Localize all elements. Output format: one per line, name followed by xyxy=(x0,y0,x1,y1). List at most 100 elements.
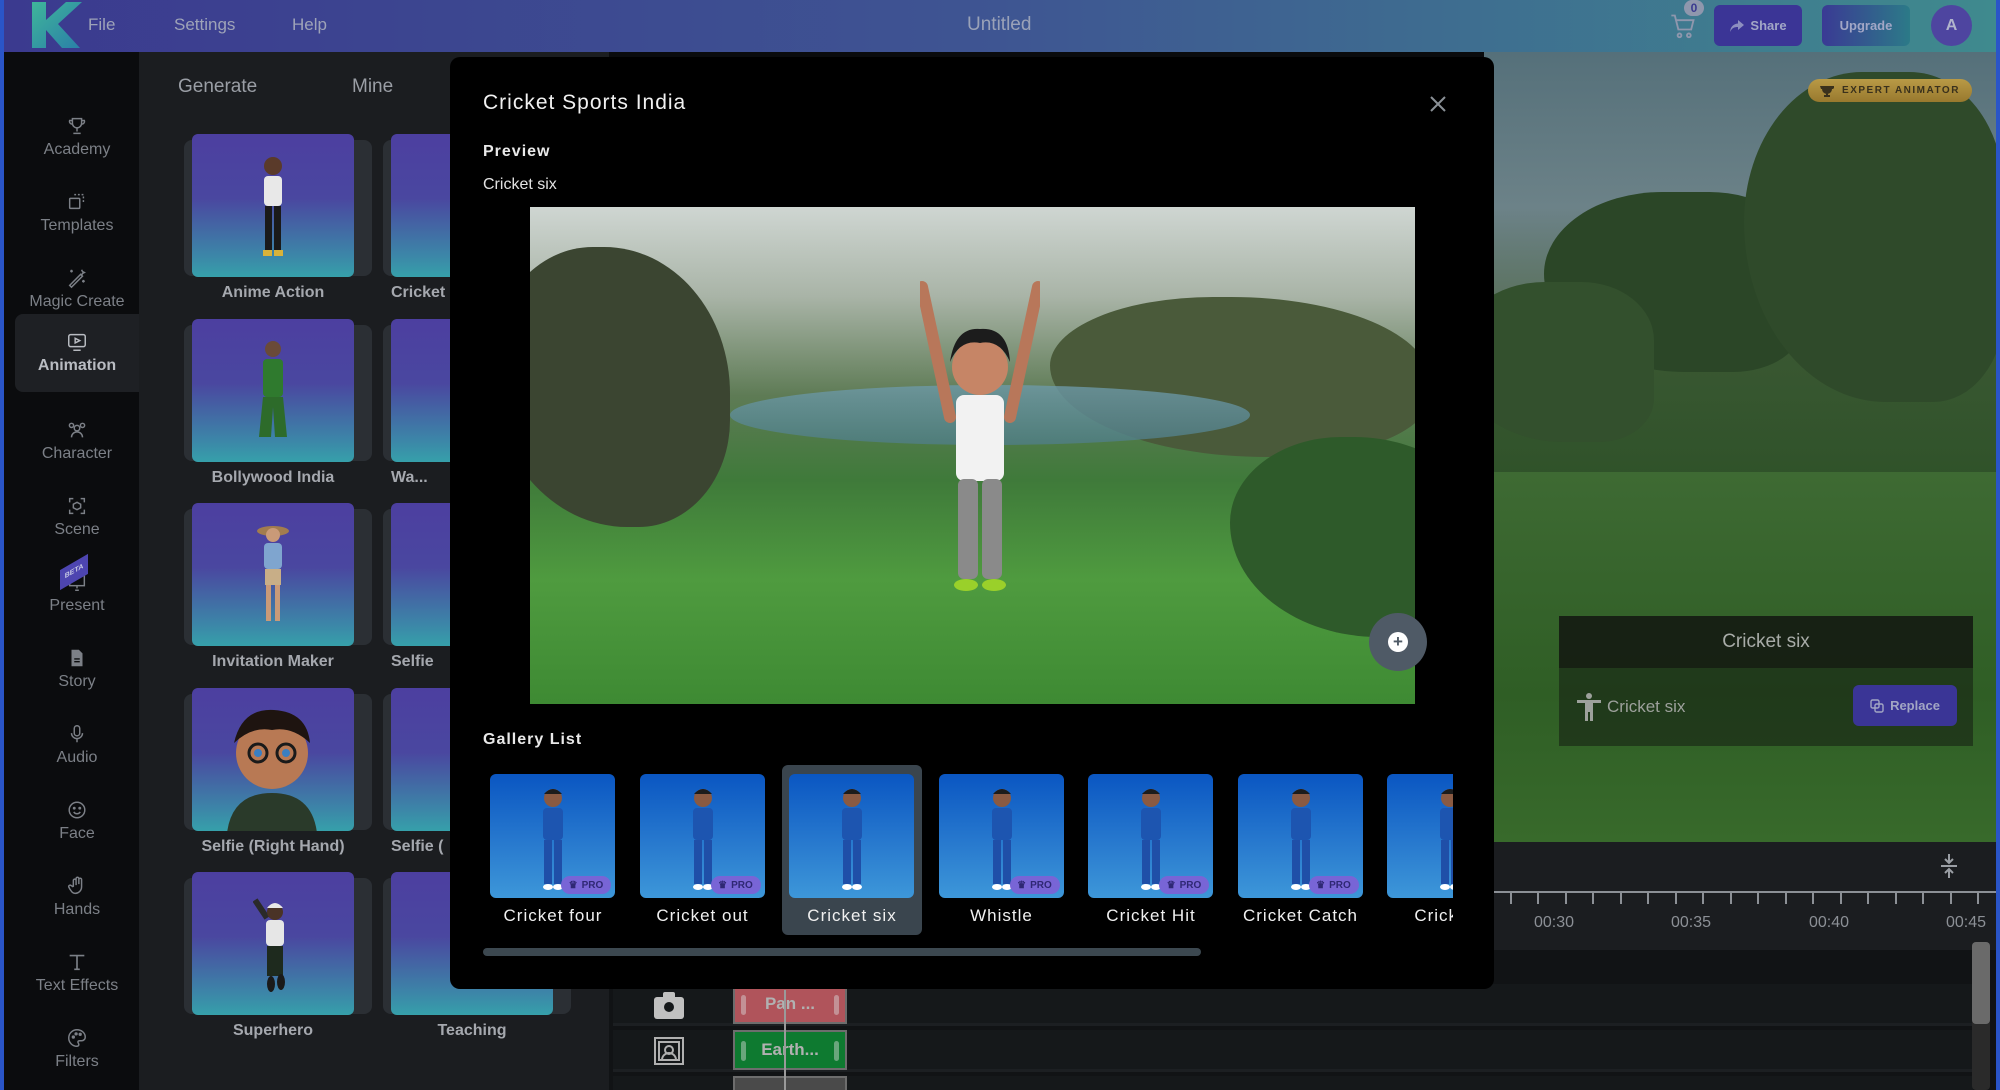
gallery-item[interactable]: ♛ PRO Cricket Hit xyxy=(1081,765,1221,935)
animation-thumbnail xyxy=(192,134,354,277)
trophy-icon xyxy=(1820,85,1835,97)
selected-animation-panel: Cricket six Cricket six Replace xyxy=(1559,616,1973,746)
text-icon xyxy=(69,954,85,971)
animation-thumbnail xyxy=(192,503,354,646)
sidebar-item-story[interactable]: Story xyxy=(15,636,139,702)
minor-tick xyxy=(1509,893,1512,904)
selected-animation-title: Cricket six xyxy=(1559,616,1973,668)
gallery-scrollbar[interactable] xyxy=(483,948,1201,956)
gallery-item-label: Whistle xyxy=(970,906,1033,925)
preview-animation-name: Cricket six xyxy=(483,176,557,193)
minor-tick xyxy=(1757,893,1759,904)
sidebar-label: Magic Create xyxy=(29,293,125,310)
camera-icon xyxy=(654,992,684,1019)
menu-settings[interactable]: Settings xyxy=(174,15,235,35)
sidebar-item-animation[interactable]: Animation xyxy=(15,314,139,392)
sidebar-item-templates[interactable]: Templates xyxy=(15,180,139,246)
tab-mine[interactable]: Mine xyxy=(352,76,393,98)
gallery-item[interactable]: ♛ PRO Cricket four xyxy=(483,765,623,935)
clip-label: Earth... xyxy=(761,1040,819,1059)
minor-tick xyxy=(1784,893,1787,904)
microphone-icon xyxy=(70,725,84,743)
sidebar-item-magic-create[interactable]: Magic Create xyxy=(15,256,139,322)
replace-icon xyxy=(1870,698,1884,713)
sidebar-item-scene[interactable]: Scene xyxy=(15,484,139,550)
menu-file[interactable]: File xyxy=(88,15,115,35)
sidebar-item-present[interactable]: BETA Present xyxy=(15,553,139,626)
add-animation-button[interactable]: + xyxy=(1369,613,1427,671)
animation-preview[interactable] xyxy=(530,207,1415,704)
playhead[interactable] xyxy=(784,990,786,1090)
animation-card-label: Superhero xyxy=(232,1022,313,1039)
gallery-thumbnail: ♛PRO xyxy=(1387,774,1453,898)
gallery-item[interactable]: ♛PRO Cricket I xyxy=(1380,765,1453,935)
replace-label: Replace xyxy=(1890,698,1940,713)
sidebar-item-filters[interactable]: Filters xyxy=(15,1016,139,1082)
menu-help[interactable]: Help xyxy=(292,15,327,35)
preview-heading: Preview xyxy=(483,143,551,160)
minor-tick xyxy=(1867,893,1869,904)
animation-gallery-modal: Cricket Sports India Preview Cricket six… xyxy=(450,57,1494,989)
sidebar-label: Hands xyxy=(53,901,101,918)
share-button[interactable]: Share xyxy=(1714,5,1802,46)
expert-animator-badge: EXPERT ANIMATOR xyxy=(1808,79,1972,102)
replace-button[interactable]: Replace xyxy=(1853,685,1957,726)
cart-icon[interactable] xyxy=(1669,12,1697,40)
document-title[interactable]: Untitled xyxy=(967,14,1031,36)
scene-portrait-icon xyxy=(654,1037,684,1065)
animation-card[interactable]: Invitation Maker xyxy=(184,503,372,683)
expert-animator-label: EXPERT ANIMATOR xyxy=(1842,85,1960,96)
smiley-icon xyxy=(68,801,86,819)
sidebar-item-character[interactable]: Character xyxy=(15,408,139,474)
sidebar-label: Templates xyxy=(40,217,114,234)
sidebar-label: Scene xyxy=(54,521,100,538)
sidebar-item-hands[interactable]: Hands xyxy=(15,864,139,930)
clip-label: Pan ... xyxy=(764,994,816,1013)
sidebar-item-audio[interactable]: Audio xyxy=(15,712,139,778)
sidebar-item-academy[interactable]: Academy xyxy=(15,104,139,170)
sidebar-label: Text Effects xyxy=(35,977,119,994)
minor-tick xyxy=(1949,893,1952,904)
minor-tick xyxy=(1729,893,1732,904)
sidebar-label: Face xyxy=(59,825,95,842)
timeline-clip[interactable] xyxy=(733,1076,847,1090)
sidebar-label: Present xyxy=(49,597,105,614)
gallery-item[interactable]: ♛ PRO Cricket out xyxy=(633,765,773,935)
pro-badge: ♛ PRO xyxy=(1159,876,1209,894)
pro-badge: ♛ PRO xyxy=(710,876,761,894)
minor-tick xyxy=(1894,893,1897,904)
app-logo[interactable] xyxy=(30,2,84,48)
animation-card[interactable]: Anime Action xyxy=(184,134,372,314)
animation-card[interactable]: Bollywood India xyxy=(184,319,372,499)
pro-badge: ♛ PRO xyxy=(1009,876,1060,894)
minor-tick xyxy=(1619,893,1622,904)
timeline-scrollbar[interactable] xyxy=(1972,942,1990,1090)
close-icon[interactable] xyxy=(1425,91,1451,117)
animation-card[interactable]: Selfie (Right Hand) xyxy=(184,688,372,868)
gallery-item[interactable]: ♛ PRO Whistle xyxy=(932,765,1072,935)
gallery-item[interactable]: ♛ PRO Cricket Catch xyxy=(1231,765,1371,935)
scene-track: Earth... xyxy=(613,1030,1973,1072)
sidebar-item-text-effects[interactable]: Text Effects xyxy=(15,940,139,1006)
plus-icon: + xyxy=(1388,632,1408,652)
sidebar-item-face[interactable]: Face xyxy=(15,788,139,854)
gallery-thumbnail xyxy=(789,774,914,898)
timeline-clip-camera[interactable]: Pan ... xyxy=(733,984,847,1024)
crown-icon: ♛ xyxy=(1316,879,1326,891)
collapse-icon[interactable] xyxy=(1939,852,1959,880)
time-label: 00:45 xyxy=(1945,914,1987,931)
animation-card[interactable]: Superhero xyxy=(184,872,372,1052)
minor-tick xyxy=(1839,893,1842,904)
app-window: File Settings Help Untitled 0 Share Upgr… xyxy=(0,0,2000,1090)
pro-badge: ♛ PRO xyxy=(561,876,611,894)
timeline-clip-scene[interactable]: Earth... xyxy=(733,1030,847,1070)
gallery-item[interactable]: Cricket six xyxy=(782,765,922,935)
templates-icon xyxy=(68,193,85,210)
user-avatar[interactable]: A xyxy=(1931,5,1972,46)
tab-generate[interactable]: Generate xyxy=(178,76,257,98)
gallery-thumbnail: ♛PRO xyxy=(639,774,765,898)
animation-card-label: Bollywood India xyxy=(211,469,335,486)
gallery-item-label: Cricket four xyxy=(503,906,603,925)
upgrade-button[interactable]: Upgrade xyxy=(1822,5,1910,46)
cart-count-badge: 0 xyxy=(1684,0,1704,16)
